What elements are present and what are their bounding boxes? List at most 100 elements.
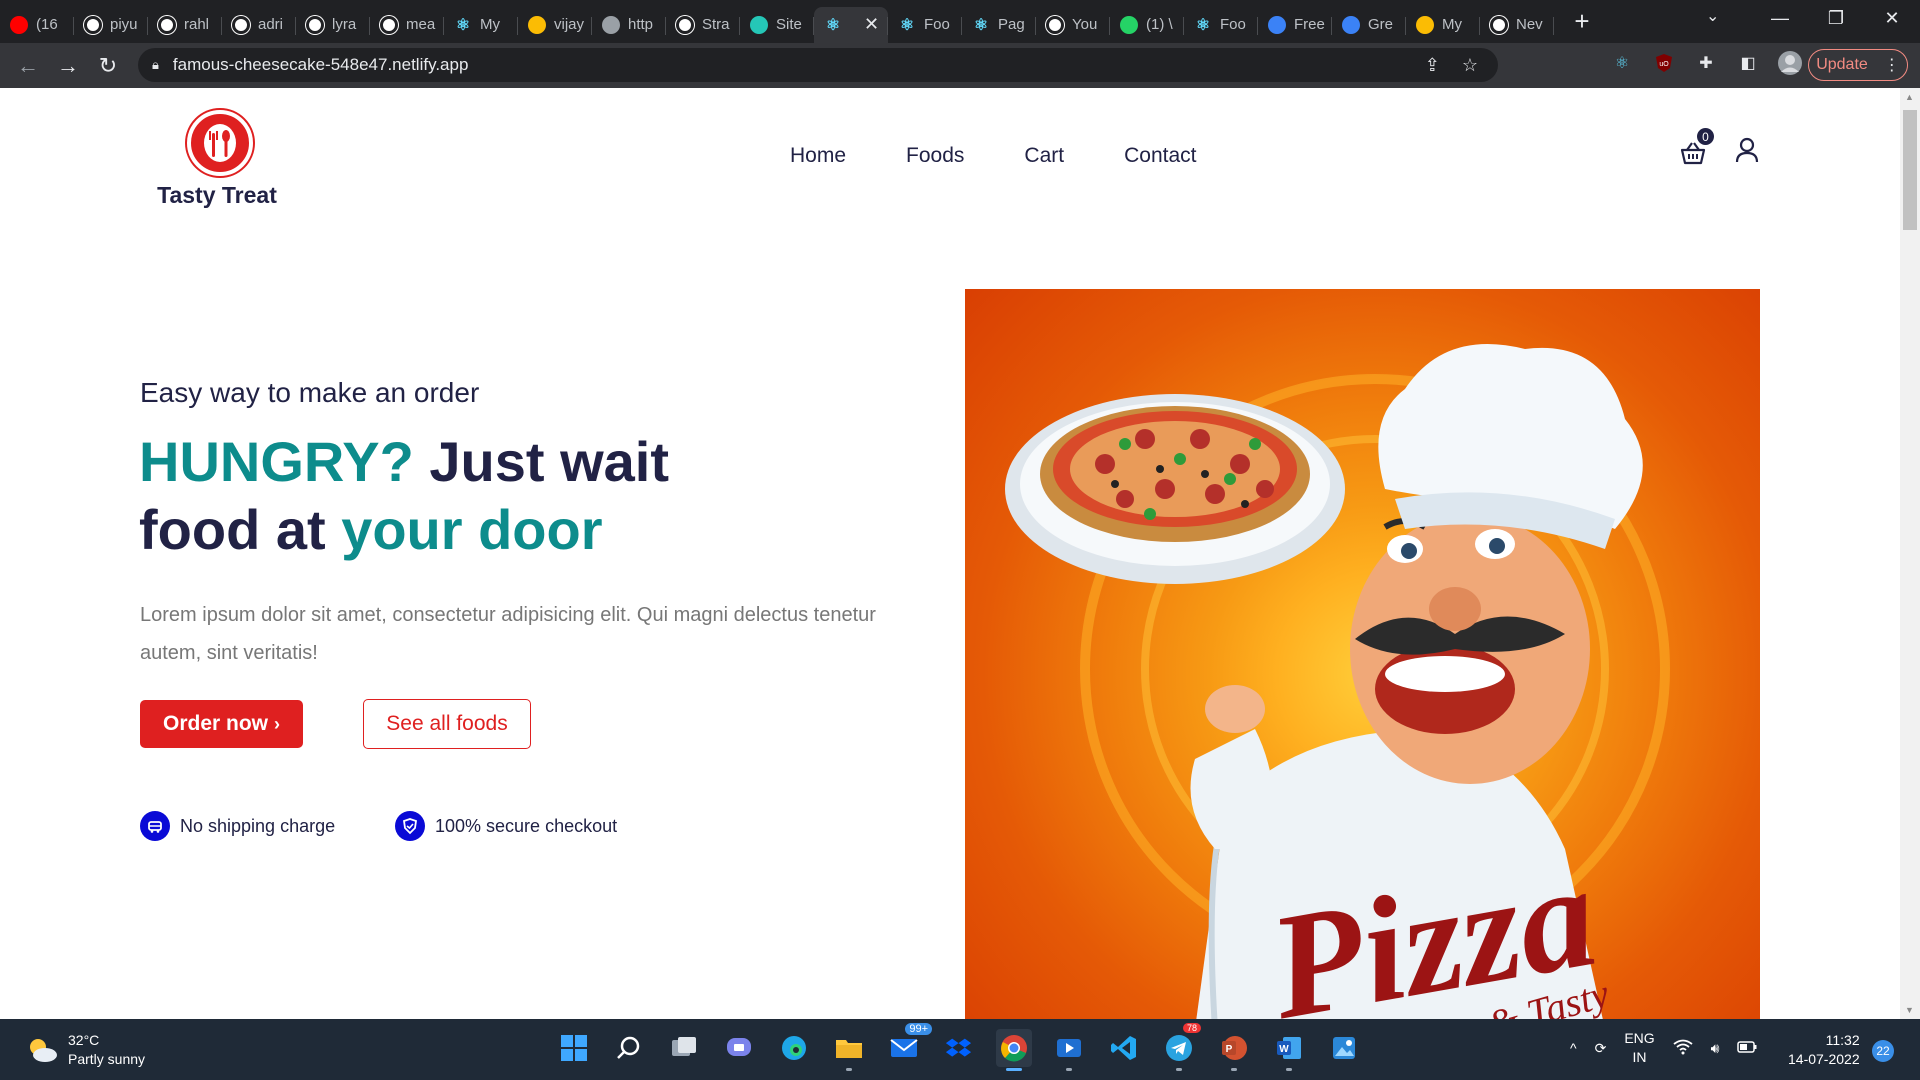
telegram-button[interactable]: 78 (1161, 1023, 1201, 1071)
lang-region: IN (1632, 1049, 1647, 1065)
weather-widget[interactable]: 32°C Partly sunny (26, 1031, 145, 1069)
close-tab-icon[interactable]: ✕ (864, 14, 879, 35)
browser-tab[interactable]: Stra (666, 7, 740, 43)
vscode-button[interactable] (1106, 1029, 1142, 1067)
telegram-icon (1166, 1035, 1192, 1061)
scroll-down-icon[interactable]: ▼ (1905, 1005, 1914, 1015)
browser-tab[interactable]: Site (740, 7, 814, 43)
photos-button[interactable] (1326, 1029, 1362, 1067)
browser-tab[interactable]: adri (222, 7, 296, 43)
wifi-icon[interactable] (1673, 1039, 1693, 1058)
order-now-button[interactable]: Order now › (140, 700, 303, 748)
webpage: Tasty Treat Home Foods Cart Contact 0 Ea… (0, 88, 1900, 1019)
restore-icon[interactable]: ❐ (1808, 8, 1864, 29)
browser-tab[interactable]: ⚛ Foo (888, 7, 962, 43)
chat-icon (727, 1038, 751, 1056)
scrollbar-thumb[interactable] (1903, 110, 1917, 230)
chef-illustration: Pizza & Tasty (1005, 344, 1670, 1019)
notification-badge[interactable]: 22 (1872, 1040, 1894, 1062)
taskbar-search[interactable] (611, 1029, 647, 1067)
chevron-up-icon[interactable]: ^ (1570, 1040, 1577, 1056)
reload-icon[interactable]: ↻ (88, 53, 128, 79)
tab-title: Nev (1516, 16, 1543, 33)
nav-home[interactable]: Home (790, 144, 846, 168)
browser-tab[interactable]: vijay (518, 7, 592, 43)
browser-tab[interactable]: lyra (296, 7, 370, 43)
tab-title: Free (1294, 16, 1325, 33)
browser-tab[interactable]: http (592, 7, 666, 43)
weather-temp: 32°C (68, 1032, 100, 1048)
address-bar[interactable]: 🔒︎ famous-cheesecake-548e47.netlify.app … (138, 48, 1498, 82)
lock-icon[interactable]: 🔒︎ (152, 57, 159, 73)
teams-chat-button[interactable] (721, 1029, 757, 1067)
wordpress-icon (676, 15, 694, 34)
browser-tab[interactable]: ⚛ Pag (962, 7, 1036, 43)
new-tab-button[interactable]: + (1562, 6, 1602, 37)
profile-avatar[interactable] (1778, 51, 1802, 75)
language-indicator[interactable]: ENG IN (1624, 1029, 1654, 1067)
task-view-button[interactable] (666, 1029, 702, 1067)
feature-shipping: No shipping charge (140, 811, 335, 841)
browser-tab[interactable]: rahl (148, 7, 222, 43)
dropbox-button[interactable] (941, 1029, 977, 1067)
bookmark-star-icon[interactable]: ☆ (1462, 55, 1478, 76)
mail-button[interactable]: 99+ (886, 1023, 932, 1067)
forward-icon[interactable]: → (48, 53, 88, 79)
ublock-icon[interactable]: uO (1652, 51, 1676, 75)
browser-tab[interactable]: Nev (1480, 7, 1554, 43)
browser-tab[interactable]: You (1036, 7, 1110, 43)
drive-icon (528, 15, 546, 34)
powerpoint-button[interactable]: P (1216, 1029, 1252, 1071)
sync-icon[interactable]: ⟳ (1595, 1040, 1607, 1057)
minimize-icon[interactable]: — (1752, 8, 1808, 29)
file-explorer-button[interactable] (831, 1029, 867, 1071)
browser-tab[interactable]: mea (370, 7, 444, 43)
tab-title: Site (776, 16, 802, 33)
page-scrollbar[interactable]: ▲ ▼ (1900, 88, 1920, 1019)
back-icon[interactable]: ← (8, 53, 48, 79)
chevron-right-icon: › (274, 713, 280, 734)
word-button[interactable]: W (1271, 1029, 1307, 1071)
nav-contact[interactable]: Contact (1124, 144, 1196, 168)
edge-button[interactable] (776, 1029, 812, 1067)
side-panel-icon[interactable]: ◧ (1736, 51, 1760, 75)
browser-tab[interactable]: Gre (1332, 7, 1406, 43)
windows-taskbar: 32°C Partly sunny 99+ 78 P W ^ ⟳ ENG IN … (0, 1019, 1920, 1080)
react-devtools-icon[interactable]: ⚛ (1610, 51, 1634, 75)
extensions-puzzle-icon[interactable]: ✚ (1694, 51, 1718, 75)
nav-foods[interactable]: Foods (906, 144, 964, 168)
browser-tab[interactable]: (16 (0, 7, 74, 43)
nav-cart[interactable]: Cart (1024, 144, 1064, 168)
browser-tab[interactable]: My (1406, 7, 1480, 43)
headline-just-wait: Just wait (413, 430, 669, 493)
update-button[interactable]: Update ⋮ (1808, 49, 1908, 81)
site-logo[interactable]: Tasty Treat (157, 110, 280, 209)
feature-shipping-label: No shipping charge (180, 815, 336, 836)
browser-tab[interactable]: ⚛ My (444, 7, 518, 43)
volume-icon[interactable]: 🔊︎ (1711, 1040, 1720, 1057)
media-player-button[interactable] (1051, 1029, 1087, 1071)
start-button[interactable] (556, 1029, 592, 1067)
see-all-foods-button[interactable]: See all foods (363, 699, 531, 749)
browser-tab[interactable]: (1) \ (1110, 7, 1184, 43)
battery-icon[interactable] (1737, 1040, 1757, 1056)
tab-title: rahl (184, 16, 210, 33)
browser-tab[interactable]: piyu (74, 7, 148, 43)
word-icon: W (1277, 1037, 1301, 1059)
scroll-up-icon[interactable]: ▲ (1905, 92, 1914, 102)
taskbar-clock[interactable]: 11:32 14-07-2022 (1788, 1031, 1860, 1069)
share-icon[interactable]: ⇪ (1425, 55, 1440, 76)
folder-icon (836, 1040, 862, 1058)
browser-tab[interactable]: ⚛ ✕ (814, 6, 888, 43)
close-window-icon[interactable]: ✕ (1864, 8, 1920, 29)
chrome-button[interactable] (996, 1029, 1032, 1071)
feature-secure-label: 100% secure checkout (435, 815, 618, 836)
browser-tab[interactable]: Free (1258, 7, 1332, 43)
browser-tab[interactable]: ⚛ Foo (1184, 7, 1258, 43)
tab-title: (1) \ (1146, 16, 1173, 33)
url-text[interactable]: famous-cheesecake-548e47.netlify.app (173, 55, 468, 75)
lang-code: ENG (1624, 1030, 1655, 1046)
user-icon[interactable] (1733, 136, 1761, 164)
tab-search-icon[interactable]: ⌄ (1706, 6, 1719, 26)
weather-desc: Partly sunny (68, 1051, 146, 1067)
